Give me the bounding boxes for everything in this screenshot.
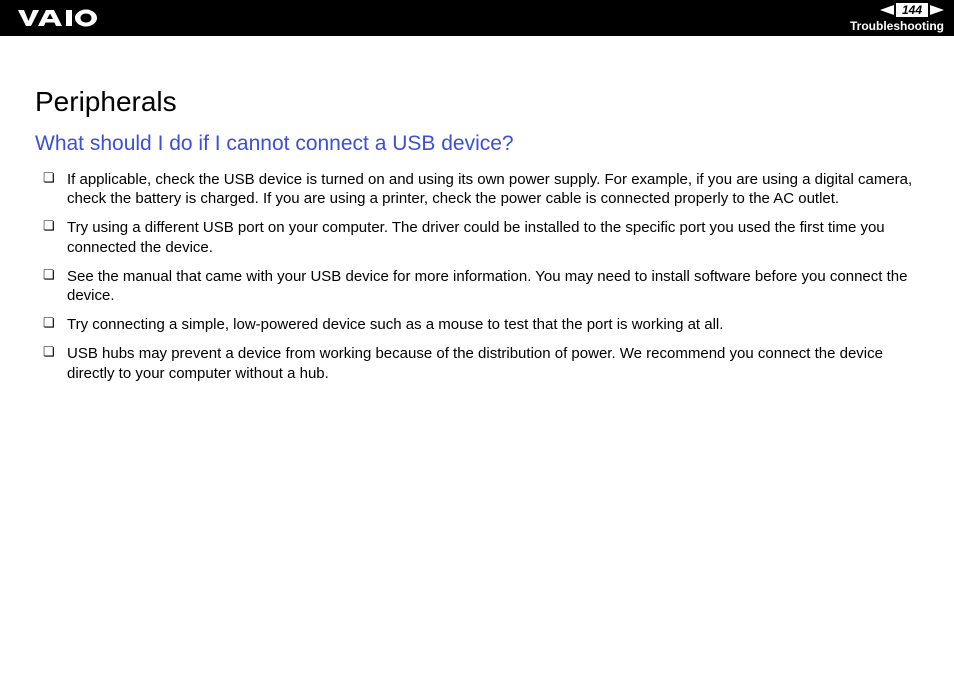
list-item: If applicable, check the USB device is t… (43, 170, 919, 208)
question-heading: What should I do if I cannot connect a U… (35, 132, 919, 156)
page-title: Peripherals (35, 86, 919, 118)
page-number: 144 (896, 3, 928, 17)
list-item: Try using a different USB port on your c… (43, 218, 919, 256)
header-right: 144 Troubleshooting (850, 0, 944, 36)
list-item: Try connecting a simple, low-powered dev… (43, 315, 919, 334)
bullet-list: If applicable, check the USB device is t… (35, 170, 919, 383)
vaio-logo (18, 8, 114, 28)
page-nav: 144 (880, 2, 944, 18)
next-page-icon[interactable] (930, 5, 944, 15)
section-label: Troubleshooting (850, 20, 944, 32)
main-content: Peripherals What should I do if I cannot… (0, 36, 954, 383)
list-item: See the manual that came with your USB d… (43, 267, 919, 305)
list-item: USB hubs may prevent a device from worki… (43, 344, 919, 382)
header-bar: 144 Troubleshooting (0, 0, 954, 36)
prev-page-icon[interactable] (880, 5, 894, 15)
